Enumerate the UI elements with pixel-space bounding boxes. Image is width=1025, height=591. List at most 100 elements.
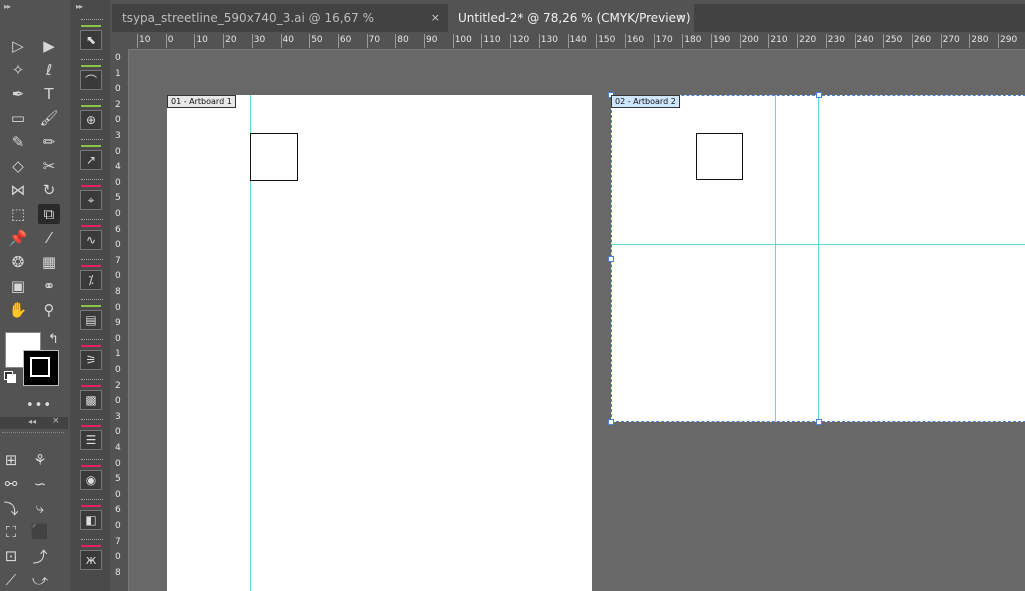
strip-grip[interactable] xyxy=(81,19,103,23)
strip-shape-button[interactable]: ◧ xyxy=(80,499,103,530)
strip-ruler-button[interactable]: ▤ xyxy=(80,299,103,330)
warp-tool[interactable]: ⤷ xyxy=(29,498,51,518)
strip-grip[interactable] xyxy=(81,99,103,103)
default-colors-icon[interactable] xyxy=(4,371,16,383)
strip-blob-button[interactable]: ∿ xyxy=(80,219,103,250)
pen-tool[interactable]: ✒ xyxy=(7,84,29,104)
join-tool[interactable]: ⤻ xyxy=(29,570,51,590)
shape-builder-tool[interactable]: ⚘ xyxy=(29,450,51,470)
reshape-tool[interactable]: ⤴ xyxy=(29,546,51,566)
join-icon: ⤻ xyxy=(31,571,49,589)
selection-handle[interactable] xyxy=(608,256,614,262)
ruler-tick-label: 0 xyxy=(167,35,174,45)
artboard-1-label[interactable]: 01 - Artboard 1 xyxy=(167,95,236,108)
puppet-warp-tool[interactable]: ⛶ xyxy=(0,522,22,542)
strip-free-transform-button[interactable]: ⬉ xyxy=(80,19,103,50)
selection-tool[interactable]: ▷ xyxy=(7,36,29,56)
perspective-tool[interactable]: ⬛ xyxy=(29,522,51,542)
artboard-tool[interactable]: ⧉ xyxy=(38,204,60,224)
strip-grip[interactable] xyxy=(81,419,103,423)
artboard-2-label[interactable]: 02 - Artboard 2 xyxy=(611,95,680,108)
eraser-tool[interactable]: ◇ xyxy=(7,156,29,176)
close-panel-icon[interactable]: × xyxy=(52,416,60,426)
symbol-sprayer-tool[interactable]: ❂ xyxy=(7,252,29,272)
pin-tool[interactable]: 📌 xyxy=(7,228,29,248)
graph-tool[interactable]: ▦ xyxy=(38,252,60,272)
edit-toolbar-button[interactable]: ••• xyxy=(26,398,52,413)
live-paint-icon: ⊞ xyxy=(4,451,18,469)
ruler-tick-label: 260 xyxy=(913,35,932,45)
shaper-tool[interactable]: ✎ xyxy=(7,132,29,152)
ruler-tick-mark xyxy=(280,34,282,48)
color-bar xyxy=(81,305,101,307)
lasso-icon: ℓ xyxy=(45,61,53,79)
ruler-tick-mark xyxy=(739,34,741,48)
ruler-tick-label: 0 xyxy=(115,177,121,188)
strip-grip[interactable] xyxy=(81,299,103,303)
strip-anchor-button[interactable]: ↗ xyxy=(80,139,103,170)
horizontal-ruler[interactable]: 10 0 10 20 30 40 50 60 70 80 90 100 110 120 130 140 150 1… xyxy=(112,32,1025,50)
strip-grip[interactable] xyxy=(81,59,103,63)
magic-wand-tool[interactable]: ✧ xyxy=(7,60,29,80)
paintbrush-tool[interactable]: 🖌 xyxy=(38,108,60,128)
strip-lines-button[interactable]: ☰ xyxy=(80,419,103,450)
rectangle-tool[interactable]: ▭ xyxy=(7,108,29,128)
mesh-tool[interactable]: ⊡ xyxy=(0,546,22,566)
strip-grip[interactable] xyxy=(81,139,103,143)
tab-document-1[interactable]: tsypa_streetline_590x740_3.ai @ 16,67 % … xyxy=(112,4,448,53)
vertical-ruler[interactable]: 0 1 0 2 0 3 0 4 0 5 0 6 0 7 0 8 0 9 0 1 0 2 0 3 0 4 0 5 0 6 0 7 0 8 xyxy=(112,49,129,591)
hand-tool[interactable]: ✋ xyxy=(7,300,29,320)
close-tab-icon[interactable]: × xyxy=(431,4,440,32)
panel-grip[interactable] xyxy=(2,432,64,436)
close-tab-icon[interactable]: × xyxy=(677,4,686,32)
knife-tool[interactable]: ⟋ xyxy=(0,570,22,590)
strip-grip[interactable] xyxy=(81,179,103,183)
direct-selection-tool[interactable]: ▶ xyxy=(38,36,60,56)
strip-transform-button[interactable]: ⊕ xyxy=(80,99,103,130)
strip-curvature-button[interactable]: ⌒ xyxy=(80,59,103,90)
collapse-strip-icon[interactable]: ▸▸ xyxy=(76,2,83,11)
eyedropper-icon: ⁄ xyxy=(47,229,51,247)
width-tool[interactable]: ⋈ xyxy=(7,180,29,200)
gradient-tool[interactable]: ▣ xyxy=(7,276,29,296)
strip-gradient-button[interactable]: ▩ xyxy=(80,379,103,410)
selection-handle[interactable] xyxy=(608,419,614,425)
strip-lens-button[interactable]: ◉ xyxy=(80,459,103,490)
strip-grip[interactable] xyxy=(81,339,103,343)
lasso-tool[interactable]: ℓ xyxy=(38,60,60,80)
strip-butterfly-button[interactable]: ж xyxy=(80,539,103,570)
scissors-tool[interactable]: ✂ xyxy=(38,156,60,176)
canvas[interactable]: 01 - Artboard 1 02 - Artboard 2 xyxy=(129,50,1025,591)
tool-strip-panel: ▸▸ ⬉ ⌒ ⊕ ↗ ⌖ ∿ ⁒ ▤ ⚞ ▩ ☰ ◉ ◧ ж xyxy=(70,0,110,591)
strip-grip[interactable] xyxy=(81,499,103,503)
rotate-tool[interactable]: ↻ xyxy=(38,180,60,200)
selection-handle[interactable] xyxy=(816,419,822,425)
curvature-tool[interactable]: ∽ xyxy=(29,474,51,494)
square-shape[interactable] xyxy=(250,133,298,181)
graph-icon: ▦ xyxy=(41,253,57,271)
strip-grip[interactable] xyxy=(81,379,103,383)
stroke-swatch[interactable] xyxy=(23,350,59,386)
zoom-tool[interactable]: ⚲ xyxy=(38,300,60,320)
strip-grip[interactable] xyxy=(81,539,103,543)
strip-brush-button[interactable]: ⁒ xyxy=(80,259,103,290)
artboard-1[interactable] xyxy=(167,95,592,591)
blend-tool[interactable]: ⚭ xyxy=(38,276,60,296)
pencil-tool[interactable]: ✏ xyxy=(38,132,60,152)
strip-scribble-button[interactable]: ⚞ xyxy=(80,339,103,370)
strip-grip[interactable] xyxy=(81,459,103,463)
strip-grip[interactable] xyxy=(81,259,103,263)
smooth-tool[interactable]: ⤵ xyxy=(0,498,22,518)
free-transform-tool[interactable]: ⬚ xyxy=(7,204,29,224)
tab-document-2[interactable]: Untitled-2* @ 78,26 % (CMYK/Preview) × xyxy=(448,4,694,32)
live-paint-tool[interactable]: ⊞ xyxy=(0,450,22,470)
collapse-panel-icon[interactable]: ▸▸ xyxy=(4,2,11,11)
anchor-tool[interactable]: ⚯ xyxy=(0,474,22,494)
strip-grip[interactable] xyxy=(81,219,103,223)
strip-select-button[interactable]: ⌖ xyxy=(80,179,103,210)
swap-fill-stroke-icon[interactable]: ↰ xyxy=(48,332,59,347)
type-tool[interactable]: T xyxy=(38,84,60,104)
eyedropper-tool[interactable]: ⁄ xyxy=(38,228,60,248)
selection-handle[interactable] xyxy=(816,92,822,98)
expand-panel-icon[interactable]: ◂◂ xyxy=(28,417,36,426)
